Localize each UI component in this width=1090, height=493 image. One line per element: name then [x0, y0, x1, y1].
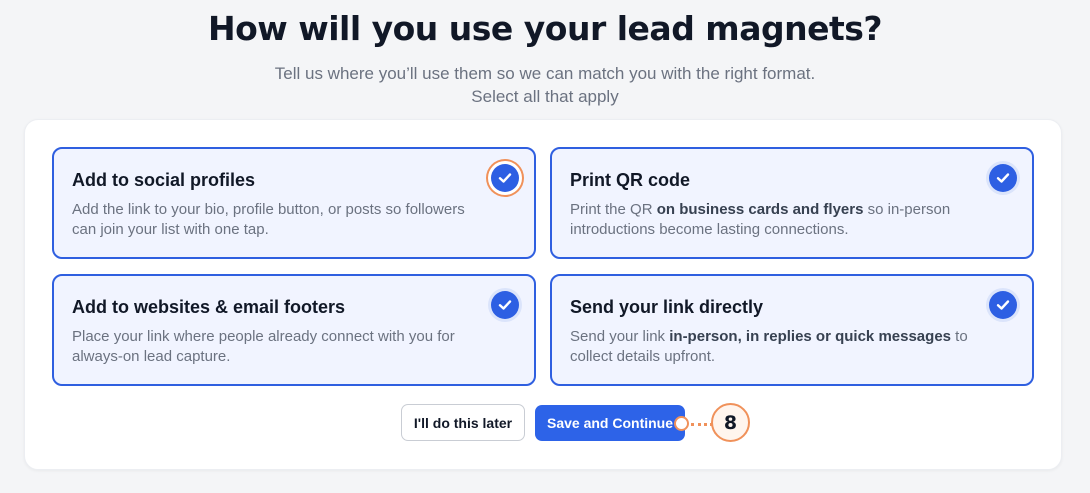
option-card-qr-code[interactable]: Print QR code Print the QR on business c… — [550, 147, 1034, 259]
option-card-send-directly[interactable]: Send your link directly Send your link i… — [550, 274, 1034, 386]
option-card-websites-email[interactable]: Add to websites & email footers Place yo… — [52, 274, 536, 386]
page-title: How will you use your lead magnets? — [207, 9, 883, 48]
subtitle-line-1: Tell us where you’ll use them so we can … — [274, 64, 816, 83]
subtitle-line-2: Select all that apply — [471, 87, 619, 106]
checkmark-circle-icon[interactable] — [989, 291, 1017, 319]
option-title: Add to websites & email footers — [72, 297, 346, 317]
annotation-connector — [691, 423, 713, 426]
annotation-anchor-dot — [674, 416, 689, 431]
option-card-social-profiles[interactable]: Add to social profiles Add the link to y… — [52, 147, 536, 259]
step-number-badge: 8 — [711, 403, 750, 442]
checkmark-circle-icon[interactable] — [989, 164, 1017, 192]
option-description: Place your link where people already con… — [72, 328, 455, 365]
checkmark-circle-icon[interactable] — [491, 291, 519, 319]
save-and-continue-button[interactable]: Save and Continue — [535, 405, 685, 441]
option-title: Print QR code — [570, 170, 691, 190]
checkmark-circle-icon[interactable] — [491, 164, 519, 192]
option-description: Send your link in-person, in replies or … — [570, 328, 968, 365]
option-description: Print the QR on business cards and flyer… — [570, 201, 951, 238]
option-description: Add the link to your bio, profile button… — [72, 201, 465, 238]
do-later-button[interactable]: I'll do this later — [401, 404, 525, 441]
option-title: Send your link directly — [570, 297, 764, 317]
page-subtitle: Tell us where you’ll use them so we can … — [0, 62, 1090, 108]
option-title: Add to social profiles — [72, 170, 256, 190]
